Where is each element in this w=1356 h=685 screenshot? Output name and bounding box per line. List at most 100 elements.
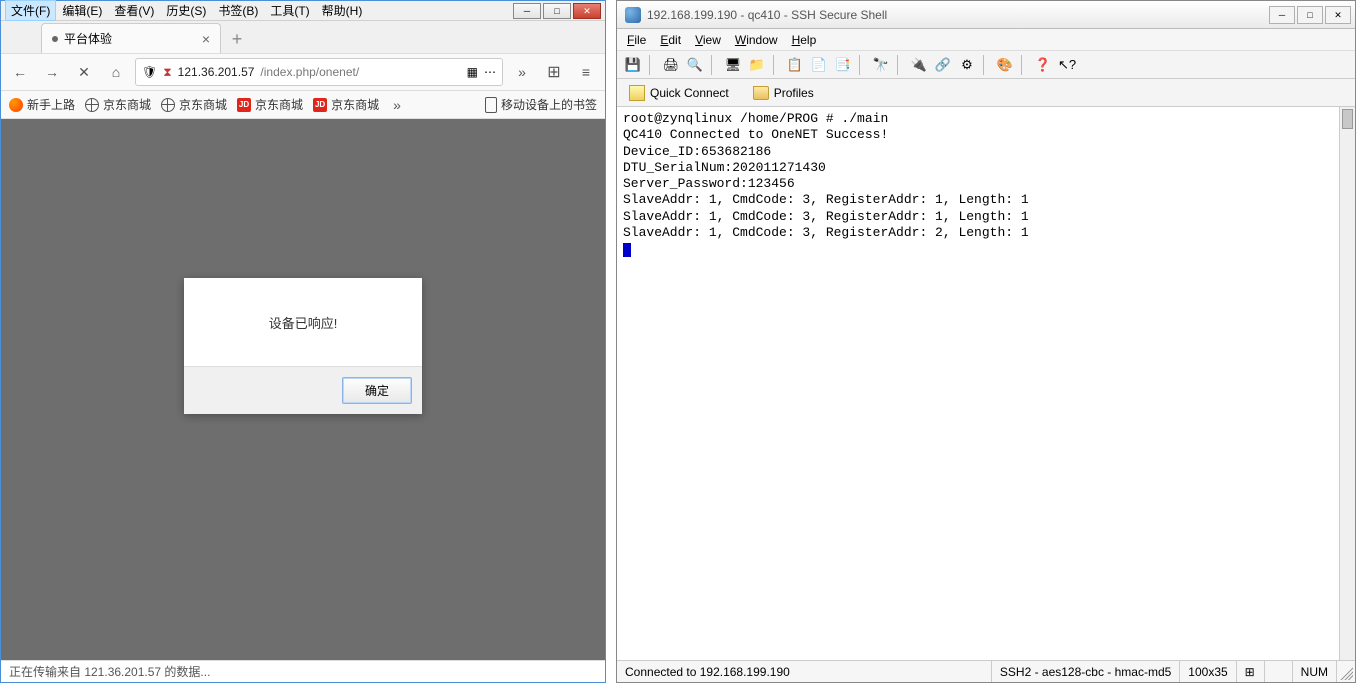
bookmark-jd-1[interactable]: 京东商城 [85, 96, 151, 113]
alert-dialog: 设备已响应! 确定 [184, 278, 422, 414]
tab-title: 平台体验 [64, 30, 112, 47]
menu-edit[interactable]: 编辑(E) [56, 0, 108, 21]
home-button[interactable]: ⌂ [103, 59, 129, 85]
page-content: 设备已响应! 确定 [1, 119, 605, 660]
scrollbar-thumb[interactable] [1342, 109, 1353, 129]
profiles-label: Profiles [774, 86, 814, 100]
url-host: 121.36.201.57 [178, 65, 255, 79]
paste-icon[interactable]: 📄 [809, 55, 829, 75]
mobile-bookmarks[interactable]: 移动设备上的书签 [485, 96, 597, 113]
url-input[interactable]: 🛡 ⧗ 121.36.201.57/index.php/onenet/ ▦ ⋯ [135, 58, 503, 86]
menu-history[interactable]: 历史(S) [160, 0, 212, 21]
app-menu-button[interactable]: ≡ [573, 59, 599, 85]
minimize-button[interactable]: ─ [513, 3, 541, 19]
close-button[interactable]: ✕ [1325, 6, 1351, 24]
preview-icon[interactable]: 🔍 [685, 55, 705, 75]
dialog-buttons: 确定 [184, 366, 422, 414]
disconnect-icon[interactable]: 🔌 [909, 55, 929, 75]
bookmark-getting-started[interactable]: 新手上路 [9, 96, 75, 113]
quick-connect-icon [629, 85, 645, 101]
whatsthis-icon[interactable]: ↖? [1057, 55, 1077, 75]
status-num: NUM [1293, 661, 1337, 682]
forward-button[interactable]: → [39, 59, 65, 85]
clipboard-icon[interactable]: 📑 [833, 55, 853, 75]
maximize-button[interactable]: □ [543, 3, 571, 19]
library-icon[interactable]: ⊞ [541, 59, 567, 85]
menu-edit[interactable]: Edit [660, 33, 681, 47]
tab-close-icon[interactable]: × [202, 31, 210, 47]
bookmark-jd-3[interactable]: JD京东商城 [237, 96, 303, 113]
ssh-toolbar: 💾 🖨 🔍 🖥 📁 📋 📄 📑 🔭 🔌 🔗 ⚙ 🎨 ❓ ↖? [617, 51, 1355, 79]
tab-strip: 平台体验 × + [1, 21, 605, 53]
new-terminal-icon[interactable]: 🖥 [723, 55, 743, 75]
close-button[interactable]: ✕ [573, 3, 601, 19]
menu-window[interactable]: Window [735, 33, 778, 47]
status-protocol: SSH2 - aes128-cbc - hmac-md5 [992, 661, 1180, 682]
menu-view[interactable]: View [695, 33, 721, 47]
resize-grip[interactable] [1337, 664, 1353, 680]
new-tab-button[interactable]: + [223, 25, 251, 53]
print-icon[interactable]: 🖨 [661, 55, 681, 75]
colors-icon[interactable]: 🎨 [995, 55, 1015, 75]
dialog-ok-button[interactable]: 确定 [342, 377, 412, 404]
ssh-window-controls: ─ □ ✕ [1269, 6, 1351, 24]
maximize-button[interactable]: □ [1297, 6, 1323, 24]
terminal[interactable]: root@zynqlinux /home/PROG # ./main QC410… [617, 107, 1355, 660]
terminal-cursor [623, 243, 631, 257]
ssh-status-bar: Connected to 192.168.199.190 SSH2 - aes1… [617, 660, 1355, 682]
settings-icon[interactable]: ⚙ [957, 55, 977, 75]
terminal-scrollbar[interactable] [1339, 107, 1355, 660]
status-indicator-1: ⊞ [1237, 661, 1265, 682]
status-indicator-2 [1265, 661, 1293, 682]
more-icon[interactable]: ⋯ [484, 65, 496, 79]
minimize-button[interactable]: ─ [1269, 6, 1295, 24]
firefox-icon [9, 98, 23, 112]
ssh-app-icon [625, 7, 641, 23]
menu-view[interactable]: 查看(V) [108, 0, 160, 21]
bookmark-label: 京东商城 [255, 96, 303, 113]
bookmark-jd-2[interactable]: 京东商城 [161, 96, 227, 113]
status-connection: Connected to 192.168.199.190 [617, 661, 992, 682]
profiles-button[interactable]: Profiles [747, 84, 820, 102]
bookmark-label: 新手上路 [27, 96, 75, 113]
tab-loading-icon [52, 36, 58, 42]
new-file-transfer-icon[interactable]: 📁 [747, 55, 767, 75]
url-toolbar: ← → ✕ ⌂ 🛡 ⧗ 121.36.201.57/index.php/onen… [1, 53, 605, 91]
help-icon[interactable]: ❓ [1033, 55, 1053, 75]
ssh-connect-bar: Quick Connect Profiles [617, 79, 1355, 107]
menu-help[interactable]: 帮助(H) [316, 0, 369, 21]
find-icon[interactable]: 🔭 [871, 55, 891, 75]
firefox-status-bar: 正在传输来自 121.36.201.57 的数据... [1, 660, 605, 682]
dialog-message: 设备已响应! [184, 278, 422, 366]
back-button[interactable]: ← [7, 59, 33, 85]
menu-file[interactable]: 文件(F) [5, 0, 56, 21]
profiles-folder-icon [753, 86, 769, 100]
shield-icon: 🛡 [142, 65, 157, 79]
status-size: 100x35 [1180, 661, 1236, 682]
menu-help[interactable]: Help [792, 33, 817, 47]
window-controls: ─ □ ✕ [513, 3, 601, 19]
ssh-titlebar: 192.168.199.190 - qc410 - SSH Secure She… [617, 1, 1355, 29]
bookmarks-overflow-icon[interactable]: » [393, 97, 401, 113]
globe-icon [85, 98, 99, 112]
copy-icon[interactable]: 📋 [785, 55, 805, 75]
bookmark-label: 移动设备上的书签 [501, 96, 597, 113]
browser-tab[interactable]: 平台体验 × [41, 23, 221, 53]
stop-button[interactable]: ✕ [71, 59, 97, 85]
save-icon[interactable]: 💾 [623, 55, 643, 75]
quick-connect-button[interactable]: Quick Connect [623, 83, 735, 103]
reader-icon[interactable]: ▦ [467, 65, 478, 79]
overflow-chevron-icon[interactable]: » [509, 59, 535, 85]
ssh-title-text: 192.168.199.190 - qc410 - SSH Secure She… [647, 8, 887, 22]
bookmark-label: 京东商城 [331, 96, 379, 113]
connect-icon[interactable]: 🔗 [933, 55, 953, 75]
quick-connect-label: Quick Connect [650, 86, 729, 100]
menu-tools[interactable]: 工具(T) [264, 0, 315, 21]
menu-file[interactable]: File [627, 33, 646, 47]
url-path: /index.php/onenet/ [260, 65, 359, 79]
firefox-window: 文件(F) 编辑(E) 查看(V) 历史(S) 书签(B) 工具(T) 帮助(H… [0, 0, 606, 683]
firefox-menubar: 文件(F) 编辑(E) 查看(V) 历史(S) 书签(B) 工具(T) 帮助(H… [1, 1, 605, 21]
bookmark-jd-4[interactable]: JD京东商城 [313, 96, 379, 113]
bookmark-label: 京东商城 [103, 96, 151, 113]
menu-bookmarks[interactable]: 书签(B) [212, 0, 264, 21]
